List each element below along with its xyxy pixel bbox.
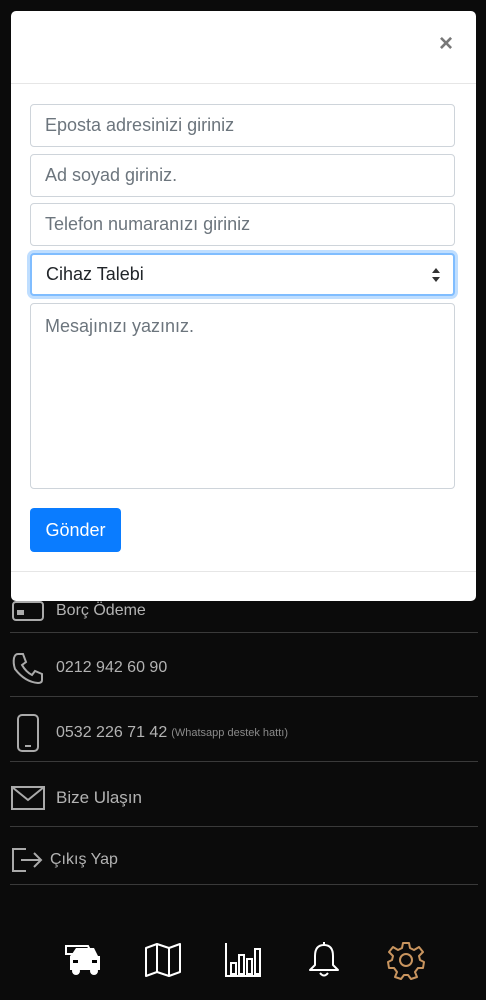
menu-label: Borç Ödeme xyxy=(56,602,146,619)
chart-icon xyxy=(225,943,261,977)
menu-label: Bize Ulaşın xyxy=(56,788,142,807)
phone-field[interactable] xyxy=(30,203,455,246)
menu-note: (Whatsapp destek hattı) xyxy=(171,726,288,739)
sort-arrows-icon xyxy=(431,267,441,288)
menu-item-logout[interactable]: Çıkış Yap xyxy=(10,836,478,885)
send-button[interactable]: Gönder xyxy=(30,508,121,552)
subject-select[interactable]: Cihaz Talebi xyxy=(30,253,455,296)
mobile-icon xyxy=(10,713,46,752)
tab-map[interactable] xyxy=(138,930,188,990)
modal-header: × xyxy=(11,11,476,84)
subject-select-value: Cihaz Talebi xyxy=(46,264,144,284)
gear-icon xyxy=(387,942,425,980)
name-field[interactable] xyxy=(30,154,455,197)
modal-footer xyxy=(11,571,476,572)
car-icon xyxy=(65,945,100,975)
bell-icon xyxy=(309,942,339,977)
close-button[interactable]: × xyxy=(434,32,458,57)
menu-label: Çıkış Yap xyxy=(50,851,118,868)
message-field[interactable] xyxy=(30,303,455,489)
menu-item-contact[interactable]: Bize Ulaşın xyxy=(10,770,478,827)
tab-vehicles[interactable] xyxy=(56,930,106,990)
menu-item-whatsapp[interactable]: 0532 226 71 42 (Whatsapp destek hattı) xyxy=(10,704,478,762)
tab-reports[interactable] xyxy=(218,930,268,990)
logout-icon xyxy=(10,842,44,878)
menu-label: 0532 226 71 42 xyxy=(56,723,168,741)
bottom-tab-bar xyxy=(0,930,486,990)
menu-item-phone[interactable]: 0212 942 60 90 xyxy=(10,640,478,697)
map-icon xyxy=(145,943,181,977)
tab-notifications[interactable] xyxy=(299,930,349,990)
menu-label: 0212 942 60 90 xyxy=(56,659,168,676)
phone-icon xyxy=(10,650,46,686)
contact-modal: × Cihaz Talebi Gönder xyxy=(11,11,476,601)
mail-icon xyxy=(10,780,46,816)
tab-settings[interactable] xyxy=(381,930,431,990)
email-field[interactable] xyxy=(30,104,455,147)
